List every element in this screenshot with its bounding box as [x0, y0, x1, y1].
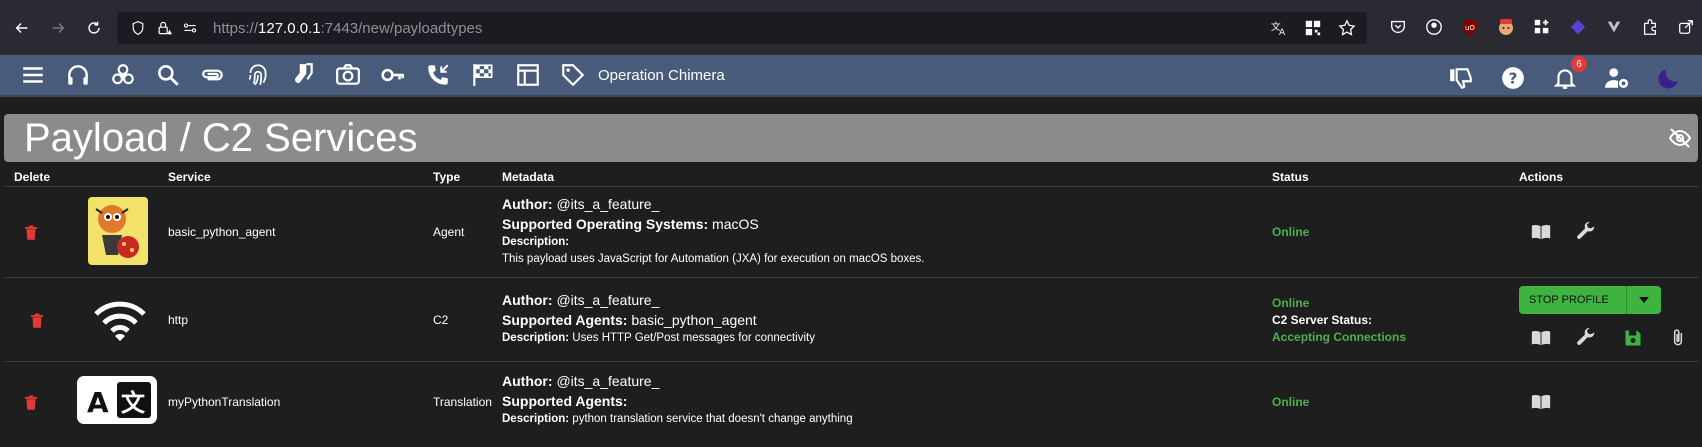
- description: This payload uses JavaScript for Automat…: [502, 253, 925, 265]
- url-bar[interactable]: https://127.0.0.1:7443/new/payloadtypes …: [117, 12, 1367, 44]
- forward-arrow-icon: [52, 22, 65, 33]
- extension-v-icon[interactable]: [1601, 14, 1627, 40]
- help-icon[interactable]: ?: [1494, 59, 1532, 97]
- back-arrow-icon: [15, 22, 28, 33]
- ublock-icon[interactable]: uO: [1457, 14, 1483, 40]
- checkered-flag-icon[interactable]: [464, 56, 502, 94]
- wifi-icon: [94, 301, 146, 341]
- svg-text:A: A: [87, 386, 109, 419]
- delete-trash-icon[interactable]: [22, 224, 40, 242]
- documentation-book-icon[interactable]: [1529, 220, 1553, 244]
- header-status: Status: [1272, 170, 1309, 184]
- forward-button[interactable]: [44, 14, 72, 42]
- table-icon[interactable]: [509, 56, 547, 94]
- service-name[interactable]: myPythonTranslation: [168, 395, 280, 409]
- service-type: C2: [433, 313, 449, 327]
- stop-profile-button[interactable]: STOP PROFILE: [1519, 286, 1661, 314]
- paperclip-icon[interactable]: [194, 56, 232, 94]
- documentation-book-icon[interactable]: [1529, 390, 1553, 414]
- camera-icon[interactable]: [329, 56, 367, 94]
- app-top-bar: Operation Chimera ? 6: [0, 55, 1702, 97]
- wrench-icon[interactable]: [1574, 220, 1598, 244]
- pocket-icon[interactable]: [1385, 14, 1411, 40]
- extension-face-icon[interactable]: [1493, 14, 1519, 40]
- reload-icon: [88, 21, 100, 34]
- back-button[interactable]: [8, 14, 36, 42]
- c2-server-status: Accepting Connections: [1272, 330, 1407, 344]
- status-online: Online: [1272, 225, 1310, 239]
- delete-trash-icon[interactable]: [28, 312, 46, 330]
- metadata-block: Author: @its_a_feature_ Supported Operat…: [502, 194, 925, 268]
- documentation-book-icon[interactable]: [1529, 326, 1553, 350]
- share-icon[interactable]: [1673, 14, 1699, 40]
- browser-toolbar: https://127.0.0.1:7443/new/payloadtypes …: [0, 0, 1702, 55]
- headphones-icon[interactable]: [59, 56, 97, 94]
- service-name[interactable]: basic_python_agent: [168, 225, 275, 239]
- account-icon[interactable]: [1421, 14, 1447, 40]
- paperclip-icon[interactable]: [1666, 326, 1690, 350]
- notification-badge: 6: [1571, 56, 1587, 72]
- translate-logo-icon: A 文: [77, 376, 157, 424]
- qr-code-icon[interactable]: [1303, 18, 1323, 38]
- bookmark-star-icon[interactable]: [1337, 18, 1357, 38]
- svg-text:?: ?: [1509, 69, 1518, 87]
- table-row: A 文 myPythonTranslation Translation Auth…: [4, 362, 1698, 442]
- status-online: Online: [1272, 296, 1310, 310]
- fingerprint-icon[interactable]: [239, 56, 277, 94]
- menu-icon[interactable]: [14, 56, 52, 94]
- key-icon[interactable]: [374, 56, 412, 94]
- svg-text:文: 文: [121, 389, 146, 417]
- metadata-block: Author: @its_a_feature_ Supported Agents…: [502, 292, 815, 344]
- page-title: Payload / C2 Services: [24, 115, 418, 160]
- svg-text:uO: uO: [1465, 24, 1475, 32]
- wrench-icon[interactable]: [1574, 326, 1598, 350]
- thumbs-down-icon[interactable]: [1442, 59, 1480, 97]
- agent-logo-image: [88, 197, 148, 265]
- header-metadata: Metadata: [502, 170, 555, 184]
- delete-trash-icon[interactable]: [22, 394, 40, 412]
- user-settings-icon[interactable]: [1598, 59, 1636, 97]
- extension-diamond-icon[interactable]: [1565, 14, 1591, 40]
- header-type: Type: [433, 170, 461, 184]
- extensions-puzzle-icon[interactable]: [1637, 14, 1663, 40]
- extension-grid-icon[interactable]: [1529, 14, 1555, 40]
- service-type: Translation: [433, 395, 492, 409]
- metadata-block: Author: @its_a_feature_ Supported Agents…: [502, 373, 853, 425]
- chevron-down-icon[interactable]: [1627, 297, 1661, 303]
- c2-server-status-label: C2 Server Status:: [1272, 313, 1373, 327]
- table-row: http C2 Author: @its_a_feature_ Supporte…: [4, 278, 1698, 362]
- url-text: https://127.0.0.1:7443/new/payloadtypes: [213, 19, 483, 37]
- svg-text:A: A: [1279, 28, 1286, 37]
- page-title-bar: Payload / C2 Services: [4, 114, 1698, 162]
- header-actions: Actions: [1519, 170, 1564, 184]
- permissions-icon[interactable]: [181, 19, 199, 37]
- status-online: Online: [1272, 395, 1310, 409]
- reload-button[interactable]: [80, 14, 108, 42]
- description: python translation service that doesn't …: [572, 413, 853, 425]
- biohazard-icon[interactable]: [104, 56, 142, 94]
- phone-callback-icon[interactable]: [419, 56, 457, 94]
- dark-mode-moon-icon[interactable]: [1650, 59, 1688, 97]
- description: Uses HTTP Get/Post messages for connecti…: [572, 332, 815, 344]
- service-name[interactable]: http: [168, 313, 188, 327]
- lock-warning-icon[interactable]: [155, 19, 173, 37]
- header-delete: Delete: [14, 170, 51, 184]
- services-table: Delete Service Type Metadata Status Acti…: [4, 165, 1698, 442]
- tag-icon[interactable]: [554, 56, 592, 94]
- save-icon[interactable]: [1621, 326, 1645, 350]
- socks-icon[interactable]: [284, 56, 322, 94]
- shield-icon[interactable]: [129, 19, 147, 37]
- service-type: Agent: [433, 225, 465, 239]
- notifications-icon[interactable]: 6: [1546, 56, 1587, 97]
- translate-icon[interactable]: 文A: [1269, 18, 1289, 38]
- table-header: Delete Service Type Metadata Status Acti…: [4, 165, 1698, 187]
- header-service: Service: [168, 170, 211, 184]
- operation-name[interactable]: Operation Chimera: [598, 67, 725, 84]
- eye-off-icon[interactable]: [1668, 126, 1692, 150]
- search-icon[interactable]: [149, 56, 187, 94]
- table-row: basic_python_agent Agent Author: @its_a_…: [4, 187, 1698, 278]
